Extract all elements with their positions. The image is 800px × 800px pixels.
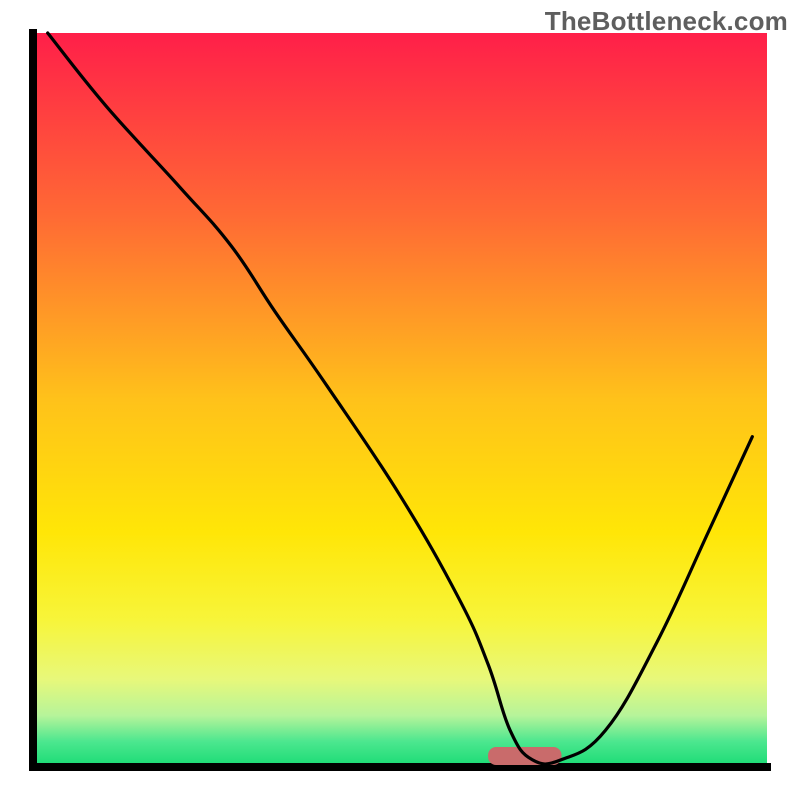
plot-background [33,33,767,767]
bottleneck-chart [0,0,800,800]
watermark-text: TheBottleneck.com [545,6,788,37]
chart-container: TheBottleneck.com [0,0,800,800]
